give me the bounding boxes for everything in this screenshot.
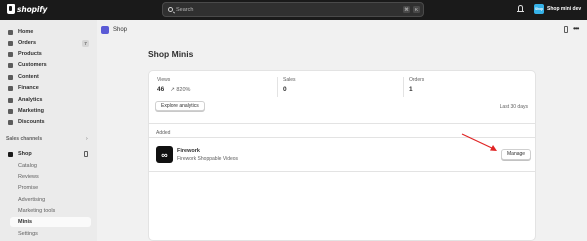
added-section-label: Added	[156, 130, 171, 136]
sidebar-item-content[interactable]: Content	[6, 72, 92, 82]
sidebar-item-label: Analytics	[18, 97, 43, 103]
discount-icon	[8, 119, 13, 125]
sidebar-item-label: Discounts	[18, 119, 45, 125]
sidebar-item-discounts[interactable]: Discounts	[6, 117, 92, 127]
chevron-right-icon[interactable]: ›	[86, 136, 88, 142]
stat-value: 1	[409, 86, 413, 93]
annotation-arrow-icon	[461, 133, 497, 151]
stat-value: 46 ↗ 820%	[157, 86, 191, 93]
manage-button[interactable]: Manage	[501, 149, 532, 160]
home-icon	[8, 29, 13, 35]
sidebar-item-label: Marketing	[18, 108, 44, 114]
pin-icon[interactable]	[84, 151, 88, 157]
bank-icon	[8, 85, 13, 91]
shortcut-k-key: K	[413, 6, 420, 13]
orders-count-badge: 7	[82, 39, 89, 47]
chart-icon	[8, 97, 13, 103]
shopify-logo[interactable]: shopify	[7, 4, 47, 14]
sidebar-subitem-reviews[interactable]: Reviews	[18, 172, 91, 182]
shopify-bag-icon	[7, 4, 15, 14]
shop-app-icon	[101, 26, 109, 34]
stat-orders: Orders 1	[409, 77, 424, 93]
content-icon	[8, 74, 13, 80]
minis-card: Views 46 ↗ 820% Sales 0 Orders 1 Explore …	[148, 70, 536, 241]
sidebar-item-products[interactable]: Products	[6, 49, 92, 59]
stat-views: Views 46 ↗ 820%	[157, 77, 190, 93]
stat-label: Views	[157, 77, 171, 83]
stat-delta: ↗ 820%	[170, 87, 191, 93]
person-icon	[8, 62, 13, 68]
top-bar: shopify Search ⌘ K Shop Shop mini dev	[0, 0, 587, 20]
sidebar-item-finance[interactable]: Finance	[6, 83, 92, 93]
notifications-bell-icon[interactable]	[517, 5, 524, 13]
date-range-label: Last 30 days	[499, 104, 528, 110]
sidebar-item-marketing[interactable]: Marketing	[6, 106, 92, 116]
divider	[403, 77, 404, 97]
sidebar-item-home[interactable]: Home	[6, 27, 92, 37]
sidebar-item-analytics[interactable]: Analytics	[6, 95, 92, 105]
sidebar-item-label: Orders	[18, 40, 37, 46]
logo-text: shopify	[17, 4, 48, 14]
search-placeholder: Search	[176, 6, 194, 13]
search-icon	[168, 6, 173, 12]
more-actions-icon[interactable]: •••	[573, 24, 579, 33]
divider	[149, 171, 535, 172]
pin-icon[interactable]	[564, 26, 568, 33]
sidebar-item-label: Shop	[18, 151, 32, 157]
sidebar-subitem-promise[interactable]: Promise	[18, 183, 91, 193]
divider	[149, 123, 535, 124]
sidebar-item-customers[interactable]: Customers	[6, 60, 92, 70]
sidebar-item-label: Customers	[18, 62, 47, 68]
explore-analytics-button[interactable]: Explore analytics	[155, 101, 205, 111]
store-avatar[interactable]: Shop	[534, 4, 544, 14]
page-header-title: Shop	[113, 27, 128, 33]
sales-channels-heading[interactable]: Sales channels	[6, 136, 42, 142]
sidebar-subitem-catalog[interactable]: Catalog	[18, 161, 91, 171]
sidebar-item-label: Products	[18, 51, 42, 57]
page-title: Shop Minis	[148, 49, 194, 59]
sidebar-item-shop[interactable]: Shop	[6, 149, 92, 159]
stat-value: 0	[283, 86, 287, 93]
mini-description: Firework Shoppable Videos	[177, 156, 239, 162]
store-name[interactable]: Shop mini dev	[547, 6, 581, 12]
sidebar-item-label: Home	[18, 29, 34, 35]
orders-icon	[8, 40, 13, 46]
shortcut-cmd-key: ⌘	[403, 6, 410, 13]
sidebar-item-orders[interactable]: Orders 7	[6, 38, 92, 48]
search-bar[interactable]: Search ⌘ K	[162, 2, 424, 17]
stat-label: Sales	[283, 77, 296, 83]
sidebar-item-label: Finance	[18, 85, 39, 91]
sidebar-subitem-marketing-tools[interactable]: Marketing tools	[18, 206, 91, 216]
sidebar: Home Orders 7 Products Customers Content…	[0, 20, 97, 241]
stats-summary: Views 46 ↗ 820% Sales 0 Orders 1	[155, 77, 531, 117]
firework-logo-icon: ∞	[156, 146, 173, 163]
sidebar-item-label: Content	[18, 74, 39, 80]
tag-icon	[8, 51, 13, 57]
sidebar-subitem-settings[interactable]: Settings	[18, 229, 91, 239]
divider	[277, 77, 278, 97]
mini-name: Firework	[177, 148, 200, 154]
sidebar-subitem-advertising[interactable]: Advertising	[18, 195, 91, 205]
target-icon	[8, 108, 13, 114]
sidebar-subitem-minis[interactable]: Minis	[10, 217, 91, 227]
stat-sales: Sales 0	[283, 77, 296, 93]
page-header: Shop •••	[97, 20, 587, 41]
shop-bag-icon	[8, 151, 13, 157]
stat-label: Orders	[409, 77, 425, 83]
